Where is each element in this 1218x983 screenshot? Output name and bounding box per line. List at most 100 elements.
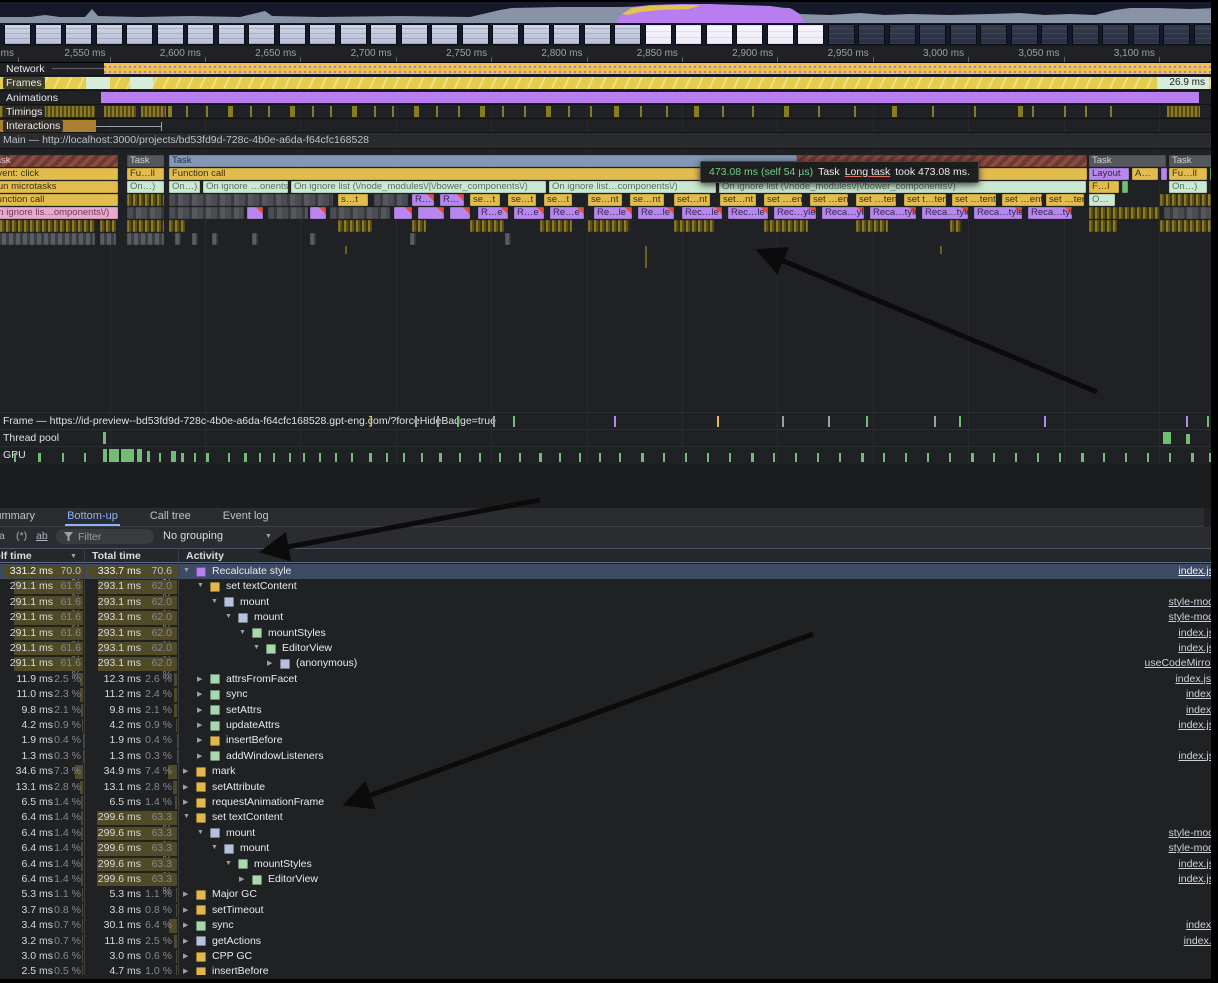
table-row[interactable]: 3.4 ms0.7 %30.1 ms6.4 %▶syncindex. [0, 918, 1218, 933]
frame-event-tick[interactable] [614, 416, 616, 427]
disclosure-closed-icon[interactable]: ▶ [183, 906, 188, 914]
activity-name[interactable]: mount [240, 842, 269, 854]
filmstrip-thumbnail[interactable] [340, 24, 367, 45]
flame-segment[interactable]: Rec…le [728, 207, 768, 219]
flame-segment[interactable] [674, 220, 714, 232]
flame-segment[interactable] [127, 220, 164, 232]
flame-segment[interactable]: Rec…le [682, 207, 722, 219]
filmstrip-thumbnail[interactable] [96, 24, 123, 45]
activity-name[interactable]: setAttrs [226, 704, 262, 716]
filmstrip-thumbnail[interactable] [919, 24, 946, 45]
activity-name[interactable]: set textContent [226, 580, 297, 592]
disclosure-open-icon[interactable]: ▼ [197, 829, 204, 836]
flame-segment[interactable]: On…) [169, 181, 200, 193]
table-row[interactable]: 34.6 ms7.3 %34.9 ms7.4 %▶mark [0, 764, 1218, 779]
filmstrip-thumbnail[interactable] [767, 24, 794, 45]
flame-segment[interactable]: se…t [470, 194, 500, 206]
timings-track-label[interactable]: Timings [3, 106, 45, 118]
flame-segment[interactable]: O… [1089, 194, 1115, 206]
table-row[interactable]: 11.9 ms2.5 %12.3 ms2.6 %▶attrsFromFaceti… [0, 672, 1218, 687]
column-divider[interactable] [178, 548, 179, 975]
filmstrip-thumbnail[interactable] [1041, 24, 1068, 45]
timing-mark[interactable] [784, 106, 789, 117]
flame-segment[interactable]: On ignore …onents\/) [203, 181, 288, 193]
timing-mark[interactable] [330, 106, 332, 117]
flame-segment[interactable] [338, 220, 372, 232]
flame-segment[interactable] [374, 194, 408, 206]
filmstrip-thumbnail[interactable] [584, 24, 611, 45]
disclosure-closed-icon[interactable]: ▶ [183, 921, 188, 929]
flame-segment[interactable] [410, 233, 416, 245]
timing-mark[interactable] [614, 106, 619, 117]
flame-segment[interactable]: On ignore list…components\/) [549, 181, 716, 193]
tab-call-tree[interactable]: Call tree [148, 508, 193, 526]
timing-mark[interactable] [546, 106, 551, 117]
network-track-label[interactable]: Network [3, 63, 48, 75]
table-row[interactable]: 291.1 ms61.6 %293.1 ms62.0 %▼mountstyle-… [0, 610, 1218, 625]
flame-segment[interactable] [1161, 168, 1167, 180]
table-row[interactable]: 5.3 ms1.1 %5.3 ms1.1 %▶Major GC [0, 887, 1218, 902]
disclosure-open-icon[interactable]: ▼ [197, 582, 204, 589]
flame-segment[interactable]: Reca…yle [822, 207, 864, 219]
flame-segment[interactable]: Event: click [0, 168, 118, 180]
flame-segment[interactable] [0, 220, 95, 232]
grouping-caret-icon[interactable]: ▼ [265, 533, 272, 540]
flame-segment[interactable]: se…nt [588, 194, 622, 206]
activity-name[interactable]: EditorView [282, 642, 332, 654]
track-interactions[interactable]: Interactions [0, 119, 1218, 133]
flame-segment[interactable]: F…l [1089, 181, 1119, 193]
table-row[interactable]: 3.2 ms0.7 %11.8 ms2.5 %▶getActionsindex.… [0, 934, 1218, 949]
timing-mark[interactable] [524, 106, 526, 117]
filmstrip-thumbnail[interactable] [126, 24, 153, 45]
flame-segment[interactable] [330, 207, 390, 219]
filmstrip-thumbnail[interactable] [431, 24, 458, 45]
table-row[interactable]: 6.4 ms1.4 %299.6 ms63.3 %▼mountStylesind… [0, 857, 1218, 872]
flame-segment[interactable]: Rec…yle [774, 207, 816, 219]
flame-segment[interactable]: Re…e [550, 207, 584, 219]
activity-name[interactable]: CPP GC [212, 950, 252, 962]
disclosure-open-icon[interactable]: ▼ [225, 860, 232, 867]
flame-segment[interactable] [1160, 194, 1212, 206]
timing-mark[interactable] [290, 106, 295, 117]
filmstrip-thumbnail[interactable] [828, 24, 855, 45]
main-thread-header[interactable]: Main — http://localhost:3000/projects/bd… [0, 133, 1218, 149]
frame-event-tick[interactable] [513, 416, 515, 427]
timing-mark[interactable] [480, 106, 485, 117]
flame-segment[interactable] [212, 233, 218, 245]
disclosure-closed-icon[interactable]: ▶ [197, 736, 202, 744]
flame-segment[interactable] [247, 207, 263, 219]
filmstrip-thumbnail[interactable] [187, 24, 214, 45]
track-network[interactable]: Network [0, 62, 1218, 76]
activity-name[interactable]: requestAnimationFrame [212, 796, 324, 808]
timing-mark[interactable] [640, 106, 642, 117]
disclosure-closed-icon[interactable]: ▶ [197, 721, 202, 729]
flame-segment[interactable] [394, 207, 412, 219]
table-row[interactable]: 291.1 ms61.6 %293.1 ms62.0 %▼mountstyle-… [0, 595, 1218, 610]
header-total-time[interactable]: Total time [92, 550, 141, 562]
filmstrip-thumbnail[interactable] [370, 24, 397, 45]
flame-segment[interactable] [540, 220, 572, 232]
source-link[interactable]: index.js [1178, 642, 1214, 654]
flame-segment[interactable]: Layout [1089, 168, 1129, 180]
frame-event-tick[interactable] [828, 416, 830, 427]
activity-name[interactable]: updateAttrs [226, 719, 280, 731]
flame-segment[interactable] [127, 194, 164, 206]
frame-event-tick[interactable] [866, 416, 868, 427]
timing-mark[interactable] [186, 106, 188, 117]
timing-mark[interactable] [206, 106, 208, 117]
timing-mark[interactable] [392, 106, 394, 117]
activity-name[interactable]: sync [226, 688, 248, 700]
flame-segment[interactable]: On ignore list (\/node_modules\/|\/bower… [291, 181, 546, 193]
regex-icon[interactable]: (*) [16, 530, 27, 542]
flame-segment[interactable] [418, 207, 444, 219]
idle-frame-segment[interactable] [130, 77, 153, 89]
filmstrip-thumbnail[interactable] [675, 24, 702, 45]
timing-mark[interactable] [374, 106, 376, 117]
disclosure-closed-icon[interactable]: ▶ [197, 675, 202, 683]
flame-segment[interactable]: Reca…tyle [974, 207, 1022, 219]
flame-segment[interactable]: set…nt [674, 194, 710, 206]
timing-mark[interactable] [694, 106, 699, 117]
timing-mark[interactable] [974, 106, 976, 117]
table-row[interactable]: 291.1 ms61.6 %293.1 ms62.0 %▼set textCon… [0, 579, 1218, 594]
track-thread-pool[interactable]: Thread pool [0, 429, 1218, 446]
